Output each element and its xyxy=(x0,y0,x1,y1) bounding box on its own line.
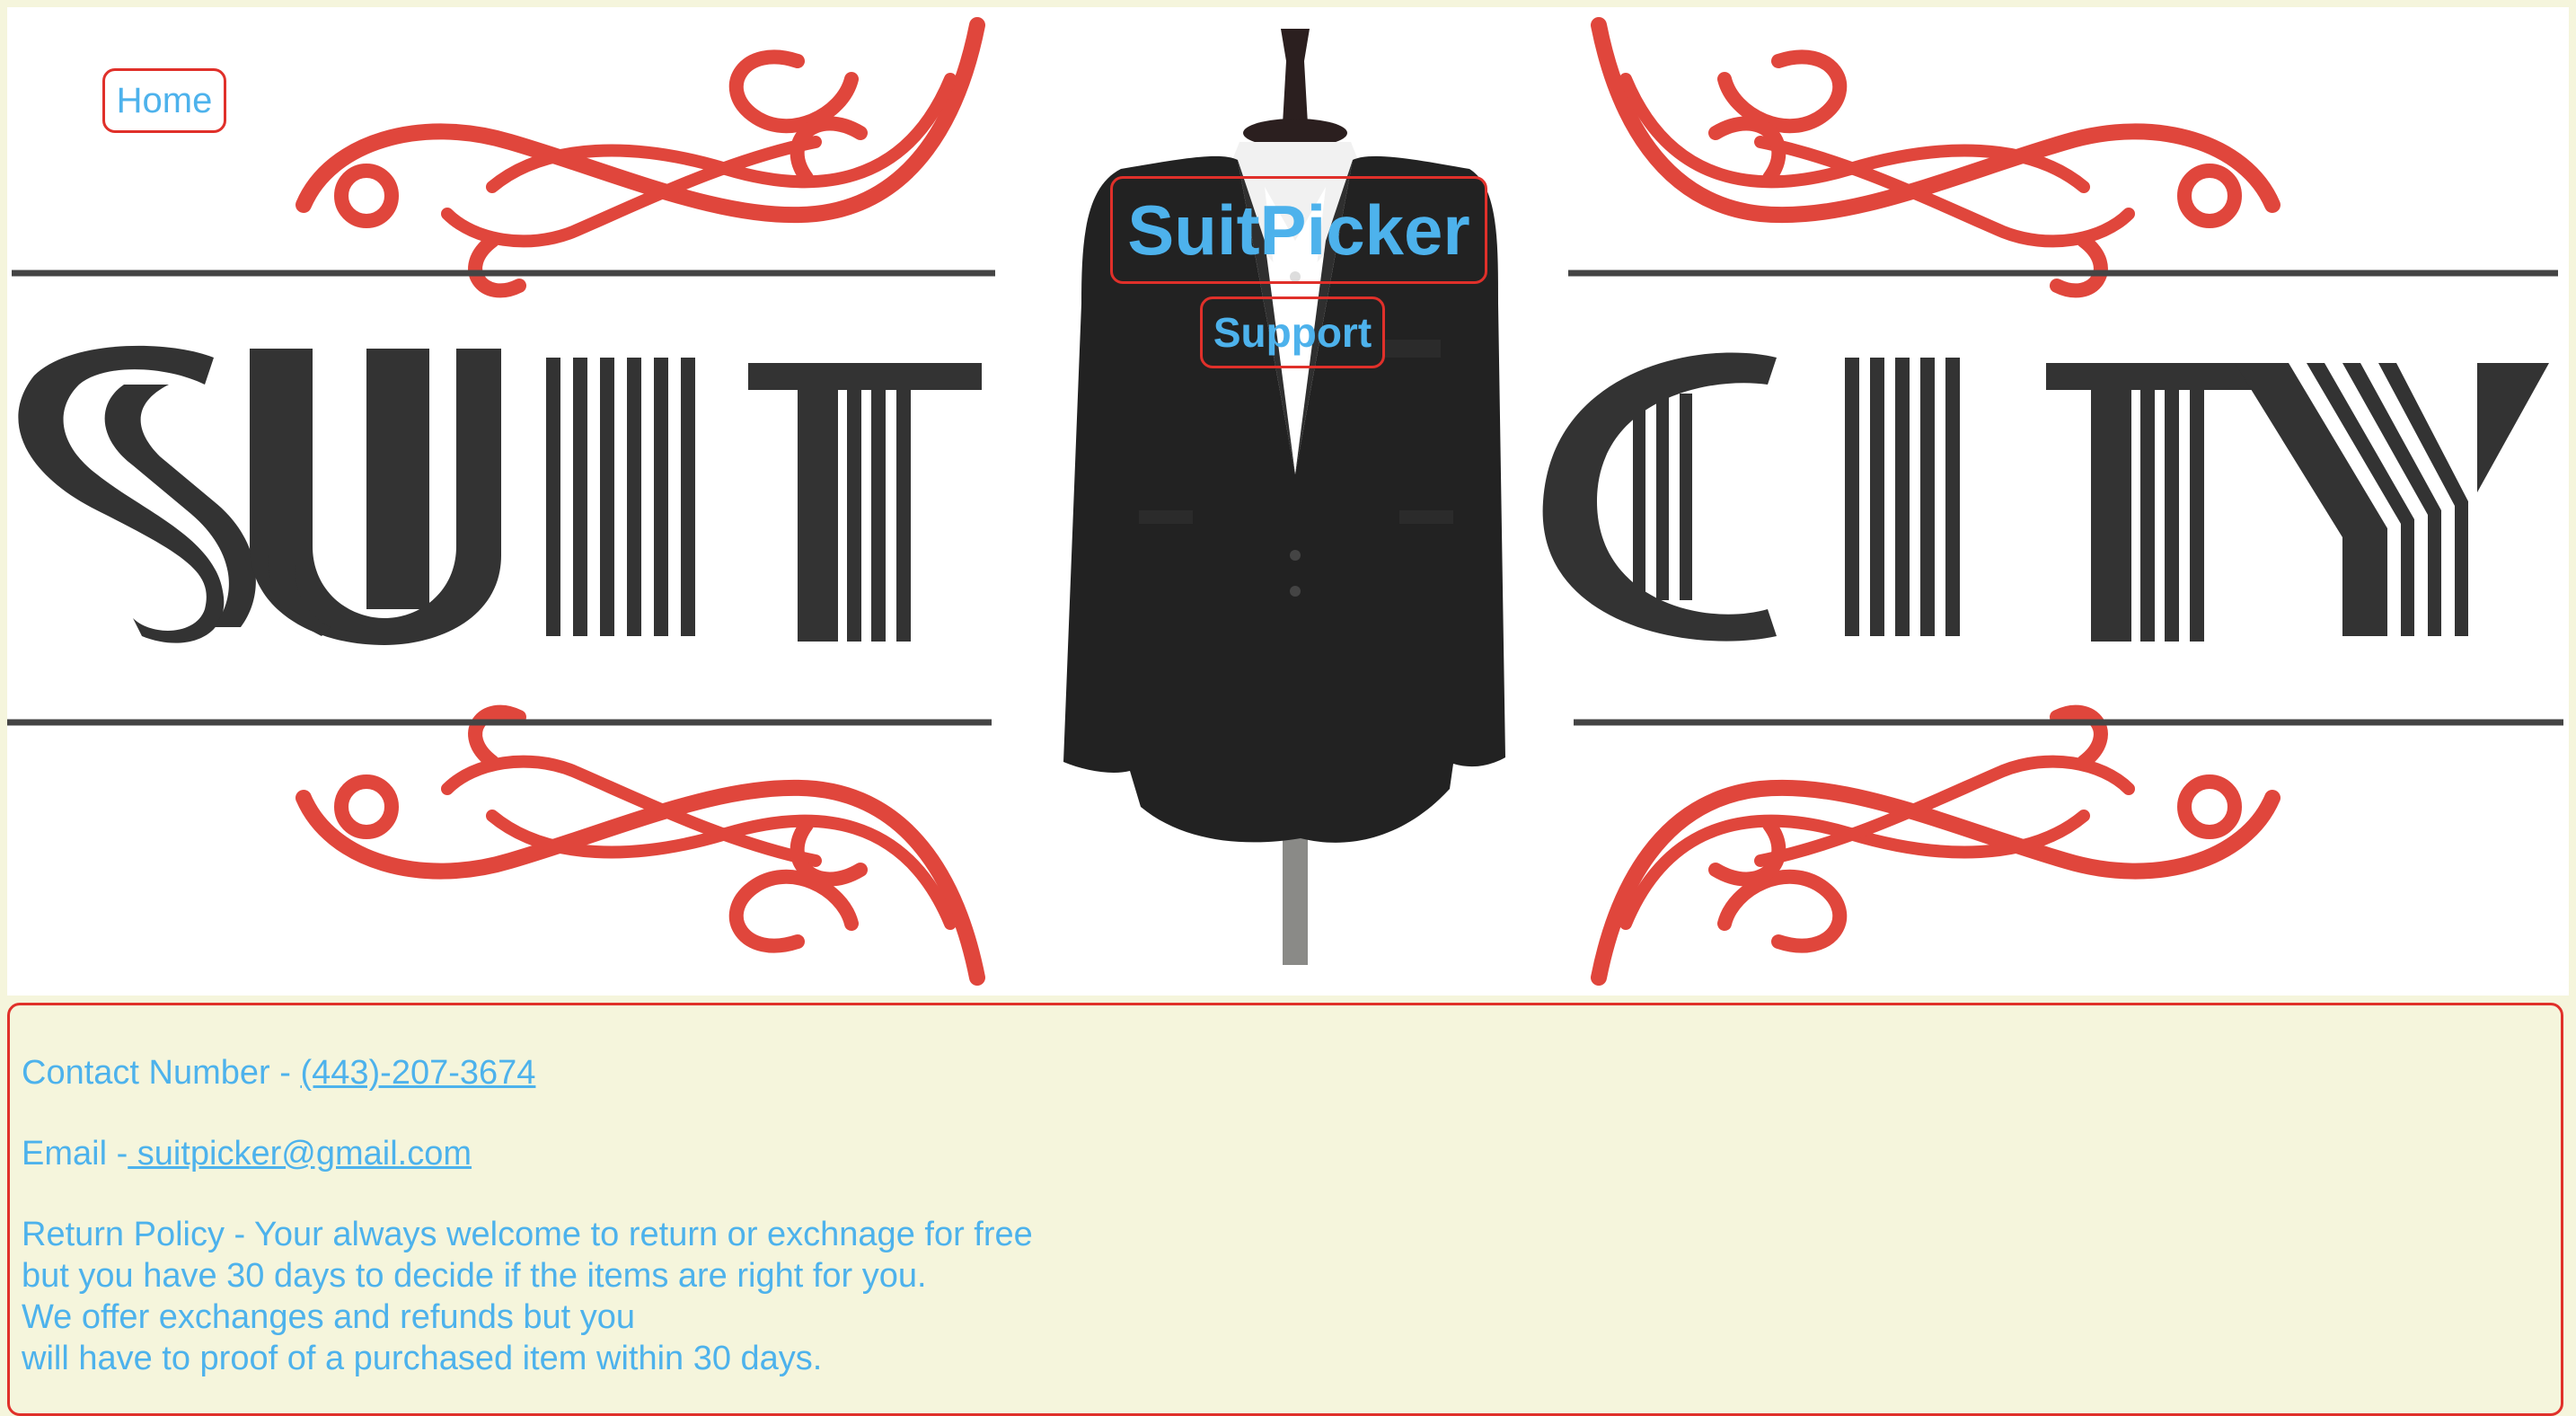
return-policy-line-2: but you have 30 days to decide if the it… xyxy=(22,1257,927,1295)
suit-city-logo xyxy=(7,7,2563,996)
home-nav-link[interactable]: Home xyxy=(102,68,226,133)
logo-word-city xyxy=(1542,352,2549,642)
email-link[interactable]: suitpicker@gmail.com xyxy=(128,1135,472,1173)
contact-number-label: Contact Number - xyxy=(22,1054,301,1092)
ornament-top-left xyxy=(304,25,977,290)
ornament-bottom-left xyxy=(304,712,977,978)
phone-link[interactable]: (443)-207-3674 xyxy=(300,1054,535,1092)
jacket-illustration xyxy=(1063,29,1505,965)
ornament-bottom-right xyxy=(1599,712,2272,978)
contact-info-panel: Contact Number - (443)-207-3674 Email - … xyxy=(7,1003,2563,1416)
return-policy-line-1: Return Policy - Your always welcome to r… xyxy=(22,1216,1033,1253)
support-nav-link[interactable]: Support xyxy=(1200,296,1385,368)
email-label: Email - xyxy=(22,1135,128,1173)
email-row: Email - suitpicker@gmail.com xyxy=(22,1133,2561,1174)
hero-banner: Home SuitPicker Support xyxy=(7,7,2569,996)
return-policy-line-4: will have to proof of a purchased item w… xyxy=(22,1340,823,1377)
logo-word-suit xyxy=(18,345,982,645)
brand-title-link[interactable]: SuitPicker xyxy=(1110,176,1487,284)
ornament-top-right xyxy=(1599,25,2272,290)
return-policy-line-3: We offer exchanges and refunds but you xyxy=(22,1298,636,1336)
contact-number-row: Contact Number - (443)-207-3674 xyxy=(22,1052,2561,1093)
